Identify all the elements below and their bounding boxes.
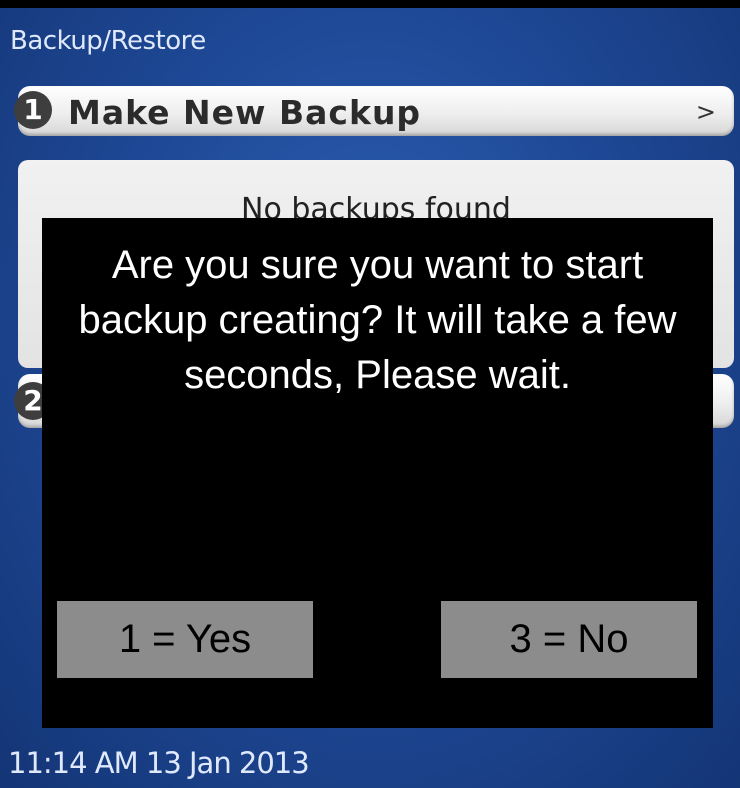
menu-number-badge: 1	[14, 91, 52, 129]
menu-item-make-new-backup[interactable]: 1 Make New Backup >	[14, 86, 734, 136]
dialog-message: Are you sure you want to start backup cr…	[78, 243, 677, 397]
yes-button[interactable]: 1 = Yes	[57, 601, 313, 678]
chevron-right-icon: >	[695, 98, 716, 126]
menu-item-label: Make New Backup	[68, 93, 422, 132]
no-button[interactable]: 3 = No	[441, 601, 697, 678]
confirm-dialog: Are you sure you want to start backup cr…	[42, 218, 713, 728]
screen-title: Backup/Restore	[10, 26, 206, 56]
status-bar-datetime: 11:14 AM 13 Jan 2013	[8, 746, 310, 780]
